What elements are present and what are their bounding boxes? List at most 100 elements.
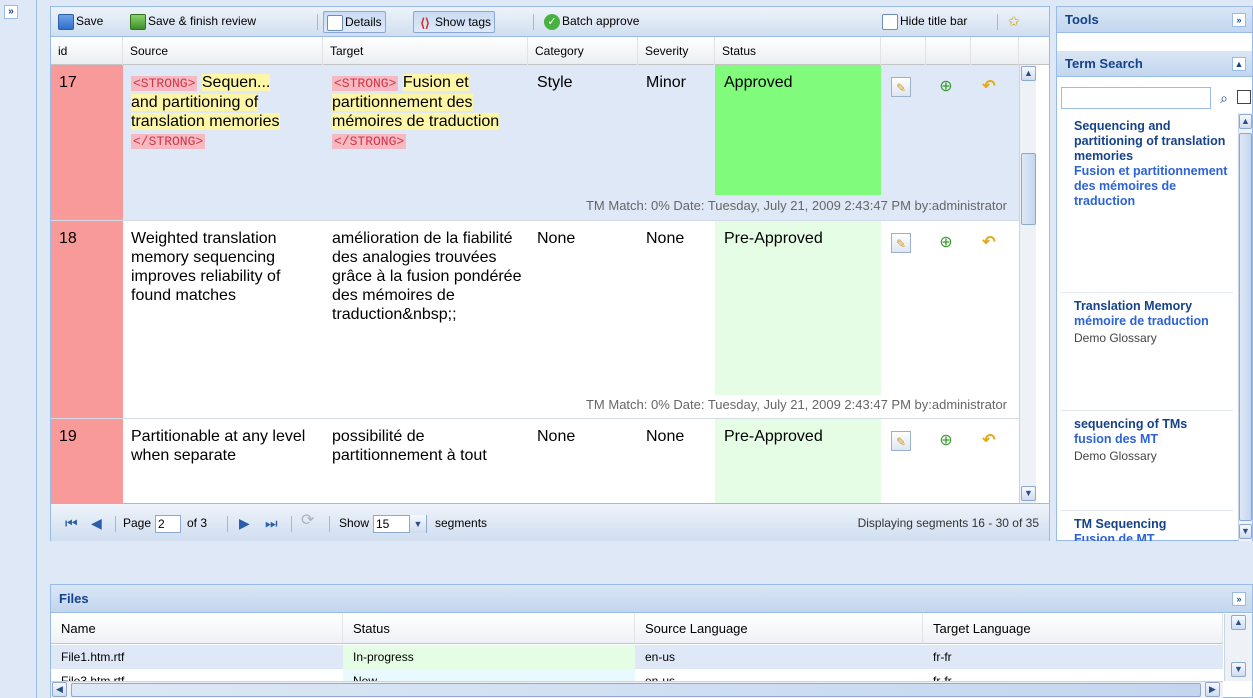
scroll-up-icon[interactable]: ▲ <box>1231 615 1246 630</box>
list-item[interactable]: Translation Memory mémoire de traduction… <box>1061 293 1233 411</box>
category-value: None <box>537 428 576 445</box>
window-icon <box>882 13 898 30</box>
list-item[interactable]: TM Sequencing Fusion de MT <box>1061 511 1233 541</box>
refresh-icon[interactable]: ⟳ <box>301 513 314 529</box>
term-search-input[interactable] <box>1061 87 1211 109</box>
source-text: <STRONG> Sequen... and partitioning of t… <box>131 74 280 149</box>
save-button[interactable]: Save <box>55 11 106 33</box>
source-text: Partitionable at any level when separate <box>131 428 306 464</box>
show-tags-toggle-button[interactable]: ⟨⟩ Show tags <box>413 11 496 33</box>
column-header-target-language[interactable]: Target Language <box>923 614 1223 644</box>
column-header-id[interactable]: id <box>51 37 123 65</box>
category-value: None <box>537 230 576 247</box>
files-panel-header: Files » <box>51 585 1252 613</box>
first-page-icon[interactable]: ⏮ <box>65 515 78 531</box>
column-header-comment <box>926 37 971 65</box>
target-text[interactable]: <STRONG> Fusion et partitionnement des m… <box>323 65 528 151</box>
grid-vertical-scrollbar[interactable]: ▲ ▼ <box>1019 65 1036 503</box>
scroll-right-icon[interactable]: ▶ <box>1205 682 1220 697</box>
save-finish-icon <box>130 13 146 30</box>
add-comment-icon[interactable]: ⊕ <box>936 233 956 253</box>
table-row[interactable]: File1.htm.rtf In-progress en-us fr-fr <box>51 645 1223 669</box>
undo-arrow-icon[interactable]: ↶ <box>979 77 999 97</box>
search-icon[interactable]: ⌕ <box>1215 89 1233 107</box>
scroll-down-icon[interactable]: ▼ <box>1239 524 1252 539</box>
undo-arrow-icon[interactable]: ↶ <box>979 431 999 451</box>
collapse-files-icon[interactable]: » <box>1232 592 1246 606</box>
scrollbar-thumb[interactable] <box>1239 133 1252 521</box>
edit-pencil-icon[interactable]: ✎ <box>891 77 911 97</box>
check-circle-icon: ✓ <box>544 13 560 30</box>
tools-panel: Tools » Term Search ▲ ⌕ Sequencing and p… <box>1056 6 1253 541</box>
target-text[interactable]: possibilité de partitionnement à tout <box>323 419 528 465</box>
undo-arrow-icon[interactable]: ↶ <box>979 233 999 253</box>
table-row[interactable]: File3.htm.rtf New en-us fr-fr <box>51 669 1223 681</box>
page-number-input[interactable]: 2 <box>155 515 181 533</box>
edit-pencil-icon[interactable]: ✎ <box>891 233 911 253</box>
table-row[interactable]: 17 <STRONG> Sequen... and partitioning o… <box>51 65 1019 221</box>
chevron-down-icon[interactable]: ▼ <box>409 515 426 533</box>
next-page-icon[interactable]: ▶ <box>239 515 250 531</box>
expand-left-panel-icon[interactable]: » <box>4 5 18 19</box>
column-header-source[interactable]: Source <box>123 37 323 65</box>
file-name: File3.htm.rtf <box>61 674 125 681</box>
pager-separator <box>227 516 228 532</box>
scrollbar-thumb[interactable] <box>71 683 1201 697</box>
files-panel: Files » Name Status Source Language Targ… <box>50 584 1253 698</box>
status-value: Approved <box>715 65 881 195</box>
collapse-term-search-icon[interactable]: ▲ <box>1232 57 1246 71</box>
file-status: New <box>343 669 635 681</box>
add-comment-icon[interactable]: ⊕ <box>936 77 956 97</box>
toolbar-separator <box>997 14 998 30</box>
search-option-checkbox[interactable] <box>1237 90 1251 104</box>
previous-page-icon[interactable]: ◀ <box>91 515 102 531</box>
segment-rows: 17 <STRONG> Sequen... and partitioning o… <box>51 65 1019 503</box>
scroll-down-icon[interactable]: ▼ <box>1231 662 1246 677</box>
column-header-source-language[interactable]: Source Language <box>635 614 923 644</box>
tag-icon: ⟨⟩ <box>420 15 430 30</box>
add-comment-icon[interactable]: ⊕ <box>936 431 956 451</box>
batch-approve-button[interactable]: ✓ Batch approve <box>541 11 642 33</box>
details-toggle-button[interactable]: Details <box>323 11 386 33</box>
pager-separator <box>115 516 116 532</box>
file-target-language: fr-fr <box>933 674 952 681</box>
collapse-tools-icon[interactable]: » <box>1232 13 1246 27</box>
favorite-star-icon[interactable]: ✩ <box>1005 11 1023 33</box>
review-grid-panel: Save Save & finish review Details ⟨⟩ Show… <box>50 6 1050 541</box>
toolbar-separator <box>317 14 318 30</box>
scroll-down-icon[interactable]: ▼ <box>1021 486 1036 501</box>
last-page-icon[interactable]: ⏭ <box>265 515 278 531</box>
term-list-scrollbar[interactable]: ▲ ▼ <box>1238 113 1252 541</box>
table-row[interactable]: 19 Partitionable at any level when separ… <box>51 419 1019 503</box>
segment-metadata: TM Match: 0% Date: Tuesday, July 21, 200… <box>585 198 1007 213</box>
status-value: Pre-Approved <box>715 221 881 395</box>
page-count-label: of 3 <box>187 516 208 530</box>
scrollbar-thumb[interactable] <box>1021 153 1036 225</box>
column-header-name[interactable]: Name <box>51 614 343 644</box>
column-header-target[interactable]: Target <box>323 37 528 65</box>
files-horizontal-scrollbar[interactable]: ◀ ▶ <box>51 681 1223 698</box>
target-text[interactable]: amélioration de la fiabilité des analogi… <box>323 221 528 324</box>
segment-id: 19 <box>51 419 123 503</box>
column-header-file-status[interactable]: Status <box>343 614 635 644</box>
scroll-up-icon[interactable]: ▲ <box>1021 66 1036 81</box>
column-header-severity[interactable]: Severity <box>638 37 715 65</box>
table-row[interactable]: 18 Weighted translation memory sequencin… <box>51 221 1019 419</box>
page-size-select[interactable]: 15 ▼ <box>373 515 427 533</box>
list-item[interactable]: sequencing of TMs fusion des MT Demo Glo… <box>1061 411 1233 511</box>
column-header-status[interactable]: Status <box>715 37 881 65</box>
file-target-language: fr-fr <box>933 650 952 664</box>
save-and-finish-review-button[interactable]: Save & finish review <box>127 11 259 33</box>
list-item[interactable]: Sequencing and partitioning of translati… <box>1061 113 1233 293</box>
file-source-language: en-us <box>645 674 676 681</box>
hide-title-bar-button[interactable]: Hide title bar <box>879 11 970 33</box>
scroll-up-icon[interactable]: ▲ <box>1239 114 1252 129</box>
files-vertical-scrollbar[interactable]: ▲ ▼ <box>1224 614 1252 681</box>
file-status: In-progress <box>343 645 635 669</box>
column-header-category[interactable]: Category <box>528 37 638 65</box>
edit-pencil-icon[interactable]: ✎ <box>891 431 911 451</box>
scroll-left-icon[interactable]: ◀ <box>52 682 67 697</box>
show-label: Show <box>339 516 370 530</box>
toolbar-separator <box>533 14 534 30</box>
pager-separator <box>291 516 292 532</box>
